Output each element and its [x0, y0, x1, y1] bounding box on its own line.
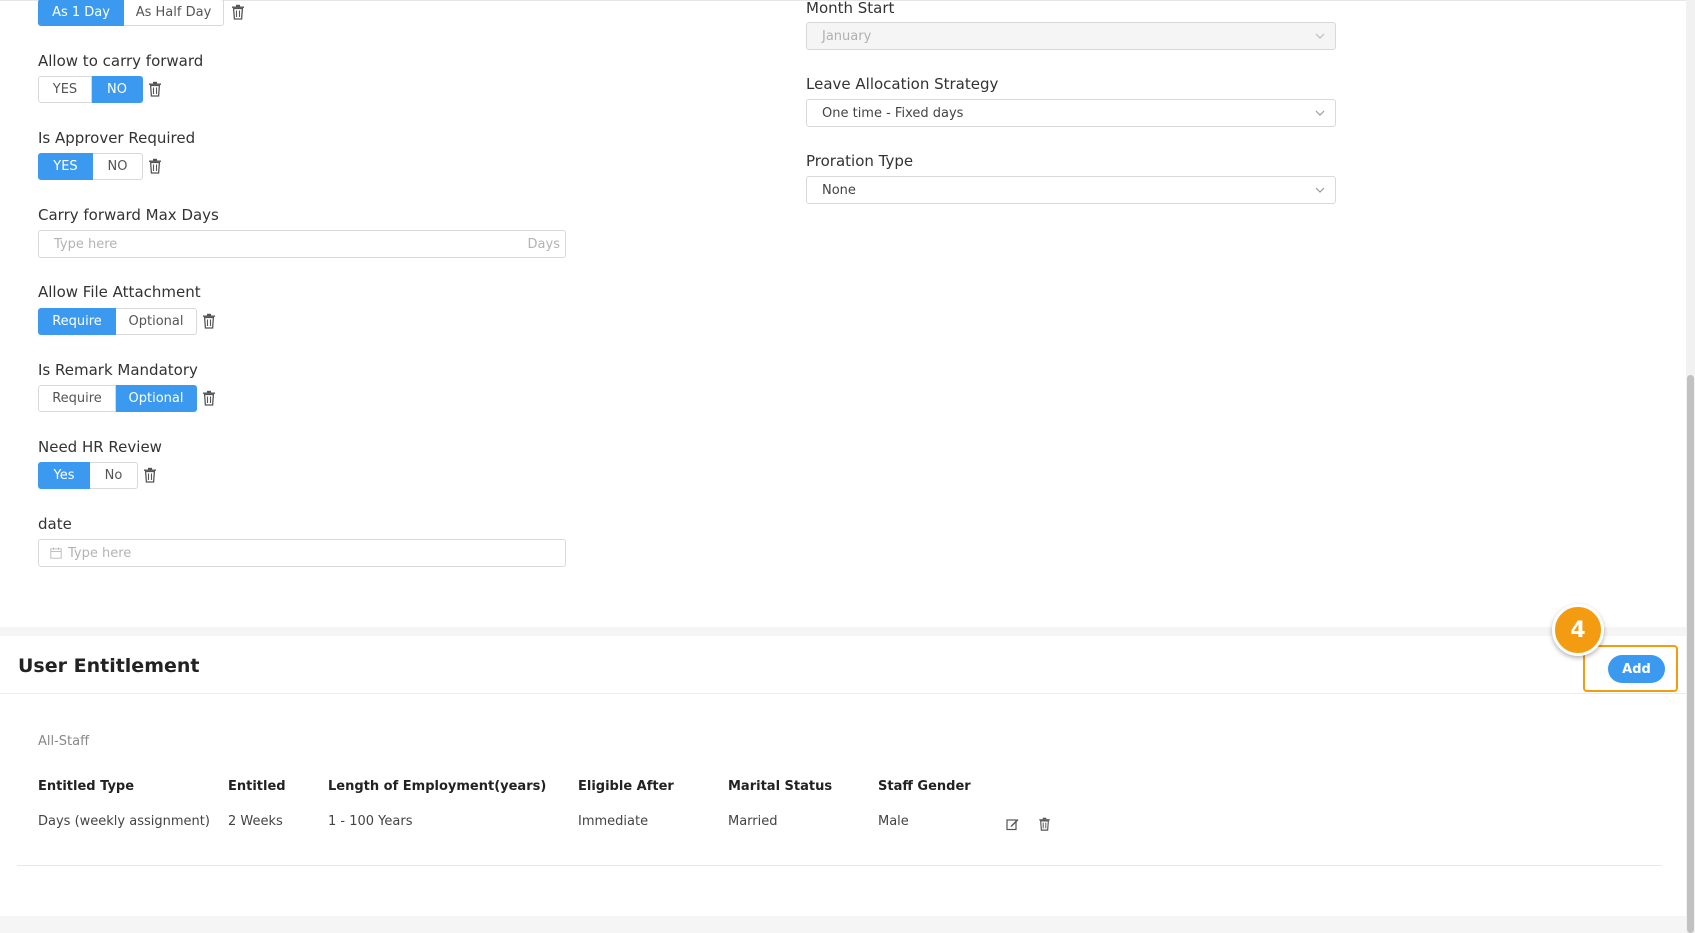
approver-required-yes[interactable]: YES	[38, 153, 93, 180]
trash-icon[interactable]	[148, 158, 162, 174]
carry-forward-max-label: Carry forward Max Days	[38, 206, 219, 224]
file-attachment-label: Allow File Attachment	[38, 283, 201, 301]
as-half-day-option[interactable]: As Half Day	[124, 0, 224, 26]
trash-icon[interactable]	[202, 313, 216, 329]
column-header-staff-gender: Staff Gender	[878, 779, 971, 794]
column-header-length-of-employment: Length of Employment(years)	[328, 779, 547, 794]
add-button-highlight: Add	[1583, 645, 1678, 692]
remark-mandatory-require[interactable]: Require	[38, 385, 116, 412]
remark-mandatory-optional[interactable]: Optional	[116, 385, 197, 412]
page: As 1 Day As Half Day Allow to carry forw…	[0, 0, 1686, 933]
cell-marital-status: Married	[728, 814, 778, 829]
approver-required-toggle: YES NO	[38, 153, 143, 180]
trash-icon[interactable]	[202, 390, 216, 406]
hr-review-no[interactable]: No	[90, 462, 138, 489]
carry-forward-max-placeholder: Type here	[54, 236, 118, 252]
column-header-entitled: Entitled	[228, 779, 286, 794]
allocation-strategy-label: Leave Allocation Strategy	[806, 75, 999, 93]
file-attachment-toggle: Require Optional	[38, 308, 197, 335]
vertical-scrollbar[interactable]	[1686, 0, 1695, 933]
days-suffix: Days	[527, 236, 560, 252]
calendar-icon	[50, 547, 62, 559]
trash-icon[interactable]	[231, 4, 245, 20]
month-start-value: January	[822, 28, 872, 44]
month-start-label: Month Start	[806, 0, 895, 17]
carry-forward-no[interactable]: NO	[92, 76, 143, 103]
date-input[interactable]: Type here	[38, 539, 566, 567]
divider	[17, 865, 1662, 866]
carry-forward-yes[interactable]: YES	[38, 76, 92, 103]
allocation-strategy-select[interactable]: One time - Fixed days	[806, 99, 1336, 127]
divider	[0, 693, 1686, 694]
hr-review-label: Need HR Review	[38, 438, 162, 456]
leave-settings-form: As 1 Day As Half Day Allow to carry forw…	[0, 0, 1686, 627]
chevron-down-icon	[1315, 185, 1325, 195]
add-entitlement-button[interactable]: Add	[1608, 655, 1665, 683]
cell-eligible-after: Immediate	[578, 814, 649, 829]
file-attachment-require[interactable]: Require	[38, 308, 116, 335]
trash-icon[interactable]	[1038, 817, 1051, 831]
carry-forward-label: Allow to carry forward	[38, 52, 204, 70]
proration-type-label: Proration Type	[806, 152, 914, 170]
proration-type-select[interactable]: None	[806, 176, 1336, 204]
cell-entitled-type: Days (weekly assignment)	[38, 814, 210, 829]
date-placeholder: Type here	[68, 545, 132, 561]
allocation-strategy-value: One time - Fixed days	[822, 105, 964, 121]
cell-entitled: 2 Weeks	[228, 814, 283, 829]
day-type-toggle: As 1 Day As Half Day	[38, 0, 224, 26]
carry-forward-toggle: YES NO	[38, 76, 143, 103]
edit-icon[interactable]	[1006, 817, 1019, 831]
scrollbar-thumb[interactable]	[1687, 375, 1694, 933]
as-1-day-option[interactable]: As 1 Day	[38, 0, 124, 26]
proration-type-value: None	[822, 182, 856, 198]
column-header-entitled-type: Entitled Type	[38, 779, 135, 794]
month-start-select[interactable]: January	[806, 22, 1336, 50]
staff-group-label: All-Staff	[38, 734, 90, 749]
cell-staff-gender: Male	[878, 814, 909, 829]
hr-review-yes[interactable]: Yes	[38, 462, 90, 489]
column-header-eligible-after: Eligible After	[578, 779, 674, 794]
column-header-marital-status: Marital Status	[728, 779, 833, 794]
date-label: date	[38, 515, 72, 533]
remark-mandatory-label: Is Remark Mandatory	[38, 361, 198, 379]
section-title: User Entitlement	[18, 655, 200, 677]
step-badge: 4	[1552, 604, 1604, 656]
trash-icon[interactable]	[143, 467, 157, 483]
carry-forward-max-input[interactable]: Type here Days	[38, 230, 566, 258]
cell-length-of-employment: 1 - 100 Years	[328, 814, 413, 829]
trash-icon[interactable]	[148, 81, 162, 97]
approver-required-no[interactable]: NO	[93, 153, 143, 180]
remark-mandatory-toggle: Require Optional	[38, 385, 197, 412]
chevron-down-icon	[1315, 31, 1325, 41]
user-entitlement-panel	[0, 636, 1686, 916]
approver-required-label: Is Approver Required	[38, 129, 196, 147]
hr-review-toggle: Yes No	[38, 462, 138, 489]
chevron-down-icon	[1315, 108, 1325, 118]
file-attachment-optional[interactable]: Optional	[116, 308, 197, 335]
